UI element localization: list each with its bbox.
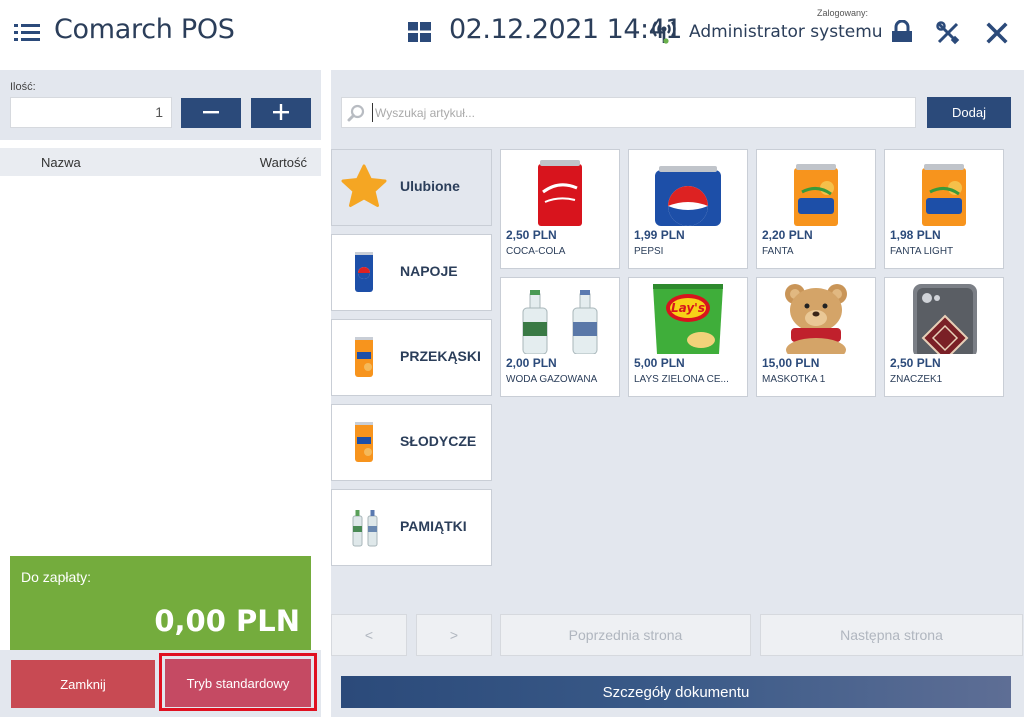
product-tile[interactable]: 2,00 PLN WODA GAZOWANA — [500, 277, 620, 397]
product-name: FANTA LIGHT — [890, 246, 954, 257]
fanta-can-icon — [355, 422, 373, 462]
category-sweets[interactable]: SŁODYCZE — [331, 404, 492, 481]
quantity-minus-button[interactable] — [181, 98, 241, 128]
quantity-plus-button[interactable] — [251, 98, 311, 128]
category-souvenirs[interactable]: PAMIĄTKI — [331, 489, 492, 566]
product-price: 1,99 PLN — [634, 228, 685, 242]
fanta-can-icon — [794, 164, 838, 226]
signal-icon — [652, 21, 676, 44]
product-name: PEPSI — [634, 246, 664, 257]
next-page-button[interactable]: Następna strona — [760, 614, 1023, 656]
scroll-right-button[interactable]: > — [416, 614, 492, 656]
payment-total-panel[interactable]: Do zapłaty: 0,00 PLN — [10, 556, 311, 650]
search-icon — [347, 104, 365, 122]
close-receipt-button[interactable]: Zamknij — [11, 660, 155, 708]
quantity-label: Ilość: — [10, 81, 36, 93]
category-favorites[interactable]: Ulubione — [331, 149, 492, 226]
star-icon — [341, 164, 387, 207]
previous-page-button[interactable]: Poprzednia strona — [500, 614, 751, 656]
teddy-bear-icon — [785, 284, 847, 354]
water-bottles-icon — [352, 510, 378, 547]
phone-case-icon — [913, 284, 977, 354]
svg-text:Lay's: Lay's — [671, 301, 705, 315]
category-label: SŁODYCZE — [400, 433, 477, 449]
product-price: 15,00 PLN — [762, 356, 820, 370]
receipt-items-panel: Nazwa Wartość — [0, 148, 321, 548]
product-tile[interactable]: 2,50 PLN ZNACZEK1 — [884, 277, 1004, 397]
tools-icon[interactable] — [935, 20, 961, 46]
product-name: COCA-COLA — [506, 246, 566, 257]
product-tile[interactable]: 1,98 PLN FANTA LIGHT — [884, 149, 1004, 269]
product-name: ZNACZEK1 — [890, 374, 943, 385]
category-label: Ulubione — [400, 178, 460, 194]
product-name: MASKOTKA 1 — [762, 374, 826, 385]
standard-mode-button[interactable]: Tryb standardowy — [165, 659, 311, 707]
product-price: 2,50 PLN — [506, 228, 557, 242]
fanta-can-icon — [922, 164, 966, 226]
quantity-panel: Ilość: 1 — [0, 70, 321, 140]
payment-label: Do zapłaty: — [21, 569, 92, 585]
category-label: PRZEKĄSKI — [400, 348, 481, 364]
product-tile[interactable]: 1,99 PLN PEPSI — [628, 149, 748, 269]
column-header-name: Nazwa — [41, 155, 81, 170]
product-name: WODA GAZOWANA — [506, 374, 598, 385]
water-bottles-icon — [522, 290, 598, 354]
header-bar: Comarch POS 02.12.2021 14:41 Zalogowany:… — [0, 0, 1024, 68]
chips-bag-icon: Lay's — [653, 284, 723, 354]
category-snacks[interactable]: PRZEKĄSKI — [331, 319, 492, 396]
receipt-items-list[interactable] — [0, 176, 321, 548]
category-label: NAPOJE — [400, 263, 458, 279]
menu-icon[interactable] — [14, 22, 40, 44]
product-tile[interactable]: 15,00 PLN MASKOTKA 1 — [756, 277, 876, 397]
category-drinks[interactable]: NAPOJE — [331, 234, 492, 311]
product-name: LAYS ZIELONA CE... — [634, 374, 729, 385]
coca-cola-can-icon — [538, 160, 582, 226]
search-input[interactable] — [375, 98, 905, 127]
product-tile[interactable]: Lay's 5,00 PLN LAYS ZIELONA CE... — [628, 277, 748, 397]
text-cursor — [372, 103, 373, 122]
column-header-value: Wartość — [259, 155, 307, 170]
document-details-button[interactable]: Szczegóły dokumentu — [341, 676, 1011, 708]
pepsi-can-icon — [355, 252, 373, 292]
product-price: 2,20 PLN — [762, 228, 813, 242]
product-price: 5,00 PLN — [634, 356, 685, 370]
close-icon[interactable] — [985, 21, 1009, 45]
lock-icon[interactable] — [890, 20, 914, 46]
payment-amount: 0,00 PLN — [154, 604, 300, 638]
user-name: Administrator systemu — [689, 22, 883, 42]
product-price: 2,00 PLN — [506, 356, 557, 370]
app-title: Comarch POS — [54, 14, 235, 45]
scroll-left-button[interactable]: < — [331, 614, 407, 656]
grid-icon[interactable] — [408, 22, 431, 42]
product-tile[interactable]: 2,20 PLN FANTA — [756, 149, 876, 269]
product-price: 1,98 PLN — [890, 228, 941, 242]
plus-icon — [273, 103, 289, 120]
datetime: 02.12.2021 14:41 — [449, 14, 682, 45]
quantity-input[interactable]: 1 — [10, 97, 172, 128]
logged-in-label: Zalogowany: — [816, 8, 868, 18]
pepsi-can-icon — [655, 166, 721, 226]
add-button[interactable]: Dodaj — [927, 97, 1011, 128]
product-name: FANTA — [762, 246, 794, 257]
fanta-can-icon — [355, 337, 373, 377]
product-price: 2,50 PLN — [890, 356, 941, 370]
product-tile[interactable]: 2,50 PLN COCA-COLA — [500, 149, 620, 269]
minus-icon — [203, 110, 219, 113]
category-label: PAMIĄTKI — [400, 518, 467, 534]
